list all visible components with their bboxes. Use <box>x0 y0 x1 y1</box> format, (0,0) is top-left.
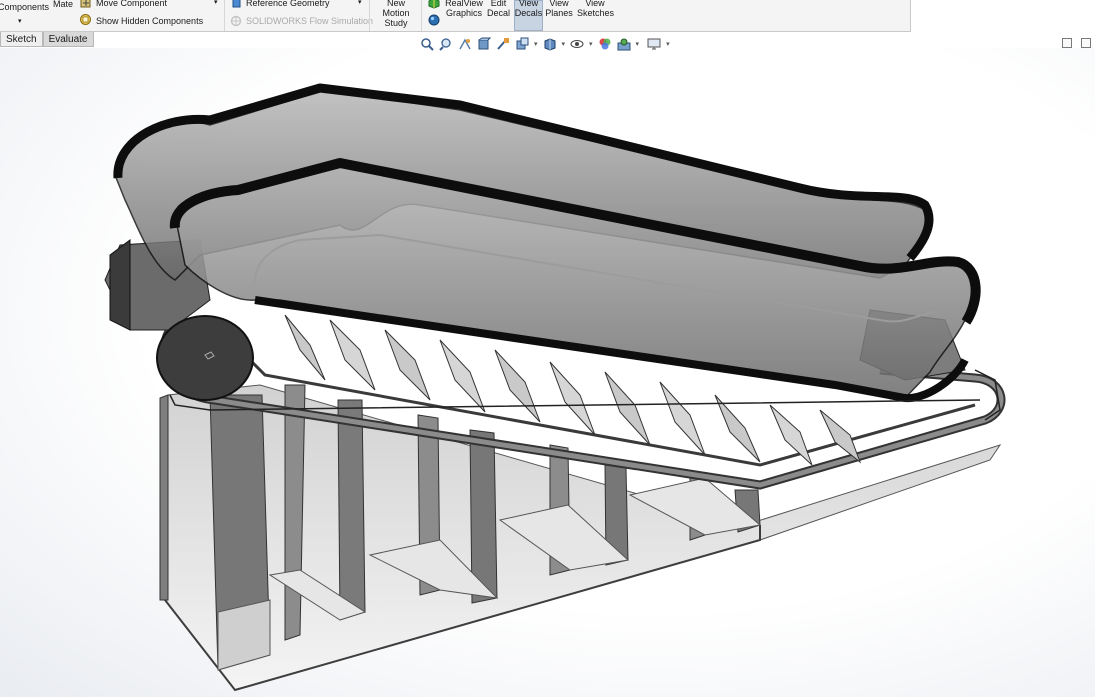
escalator-model[interactable] <box>0 0 1095 697</box>
